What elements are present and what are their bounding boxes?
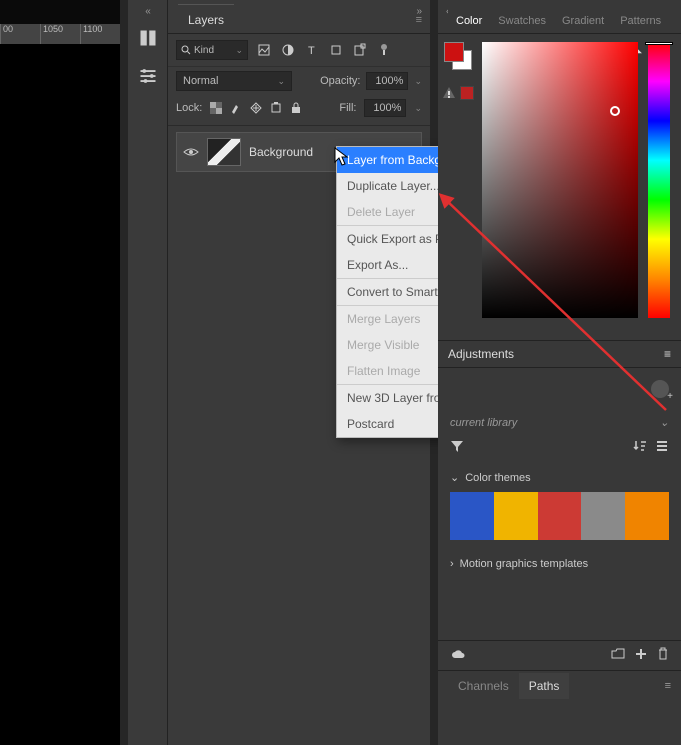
blend-mode-select[interactable]: Normal ⌄ — [176, 71, 292, 91]
list-view-icon[interactable] — [655, 439, 669, 453]
panel-menu-icon[interactable]: ≡ — [665, 680, 671, 692]
collapsed-panel-strip: « — [128, 0, 168, 745]
hue-slider-thumb[interactable] — [645, 42, 673, 45]
filter-adjustment-icon[interactable] — [280, 42, 296, 58]
add-to-library-icon[interactable] — [635, 648, 647, 660]
opacity-label: Opacity: — [320, 75, 360, 87]
right-panel-column: « Color Swatches Gradient Patterns ◣ Adj… — [438, 0, 681, 745]
visibility-eye-icon[interactable] — [183, 146, 199, 158]
color-field[interactable] — [482, 42, 638, 318]
chevron-down-icon: ⌄ — [450, 471, 459, 484]
tab-paths[interactable]: Paths — [519, 673, 570, 699]
blend-mode-value: Normal — [183, 75, 218, 87]
library-section-motion-graphics: › Motion graphics templates — [438, 548, 681, 586]
filter-kind-label: Kind — [194, 45, 214, 56]
cc-profile-icon[interactable] — [651, 380, 669, 398]
library-footer — [438, 640, 681, 667]
layers-filter-row: Kind ⌄ T — [168, 34, 430, 67]
filter-toggle-icon[interactable] — [376, 42, 392, 58]
channels-paths-tabs: Channels Paths ≡ — [438, 670, 681, 700]
color-theme-swatch-row[interactable] — [450, 492, 669, 540]
theme-color-2[interactable] — [494, 492, 538, 540]
horizontal-ruler: 00 1050 1100 — [0, 24, 120, 44]
lock-pixels-icon[interactable] — [230, 102, 242, 114]
library-toolbar — [438, 435, 681, 461]
ruler-tick: 1100 — [80, 24, 120, 44]
chevron-right-icon: › — [450, 558, 454, 570]
svg-text:T: T — [308, 45, 315, 57]
filter-type-icon[interactable]: T — [304, 42, 320, 58]
lock-transparency-icon[interactable] — [210, 102, 222, 114]
layer-thumbnail[interactable] — [207, 138, 241, 166]
section-header-color-themes[interactable]: ⌄ Color themes — [450, 463, 669, 492]
current-library-row[interactable]: current library ⌄ — [438, 410, 681, 435]
tab-channels[interactable]: Channels — [448, 673, 519, 699]
color-picker-area: ◣ — [482, 42, 670, 324]
cloud-sync-icon[interactable] — [450, 648, 466, 660]
theme-color-4[interactable] — [581, 492, 625, 540]
filter-smart-icon[interactable] — [352, 42, 368, 58]
filter-pixel-icon[interactable] — [256, 42, 272, 58]
canvas-area[interactable] — [0, 44, 120, 745]
theme-color-3[interactable] — [538, 492, 582, 540]
tab-patterns[interactable]: Patterns — [612, 7, 669, 33]
panel-menu-icon[interactable]: ≡ — [416, 14, 422, 26]
filter-icon[interactable] — [450, 439, 464, 453]
section-title: Motion graphics templates — [460, 558, 588, 570]
collapse-arrows-icon[interactable]: « — [128, 6, 168, 17]
properties-panel-icon[interactable] — [138, 28, 158, 48]
ruler-tick: 1050 — [40, 24, 80, 44]
library-section-color-themes: ⌄ Color themes — [438, 461, 681, 548]
lock-all-icon[interactable] — [290, 102, 302, 114]
opacity-field[interactable]: 100% — [366, 72, 408, 90]
tab-layers[interactable]: Layers — [178, 4, 234, 33]
tab-gradient[interactable]: Gradient — [554, 7, 612, 33]
theme-color-1[interactable] — [450, 492, 494, 540]
color-selector-ring-icon[interactable] — [610, 106, 620, 116]
tab-color[interactable]: Color — [448, 7, 490, 33]
layers-panel-tabs: Layers ≡ — [168, 0, 430, 34]
adjustments-title: Adjustments — [448, 347, 514, 361]
cursor-pointer-icon — [334, 147, 350, 167]
sort-icon[interactable] — [633, 439, 647, 453]
libraries-panel: current library ⌄ ⌄ Color themes — [438, 368, 681, 586]
lock-artboard-icon[interactable] — [270, 102, 282, 114]
hue-slider[interactable] — [648, 42, 670, 318]
adjustments-panel-icon[interactable] — [138, 66, 158, 86]
blend-opacity-row: Normal ⌄ Opacity: 100% ⌄ — [168, 67, 430, 95]
fill-field[interactable]: 100% — [364, 99, 406, 117]
lock-label: Lock: — [176, 102, 202, 114]
opacity-flyout-icon[interactable]: ⌄ — [414, 76, 422, 87]
current-library-label: current library — [450, 417, 517, 429]
filter-shape-icon[interactable] — [328, 42, 344, 58]
panel-menu-icon[interactable]: ≡ — [664, 347, 671, 361]
tab-swatches[interactable]: Swatches — [490, 7, 554, 33]
gamut-closest-swatch[interactable] — [460, 86, 474, 100]
foreground-color-swatch[interactable] — [444, 42, 464, 62]
ruler-tick: 00 — [0, 24, 40, 44]
section-title: Color themes — [465, 472, 530, 484]
fill-label: Fill: — [339, 102, 356, 114]
trash-icon[interactable] — [657, 647, 669, 661]
gamut-warning-icon[interactable] — [442, 86, 456, 100]
lock-fill-row: Lock: Fill: 100% ⌄ — [168, 95, 430, 126]
library-open-icon[interactable] — [611, 648, 625, 660]
color-panel-tabs: Color Swatches Gradient Patterns — [438, 0, 681, 34]
theme-color-5[interactable] — [625, 492, 669, 540]
chevron-down-icon[interactable]: ⌄ — [660, 416, 669, 429]
fill-flyout-icon[interactable]: ⌄ — [414, 103, 422, 114]
section-header-motion-graphics[interactable]: › Motion graphics templates — [450, 550, 669, 578]
document-canvas-strip: 00 1050 1100 — [0, 0, 120, 745]
adjustments-panel-header[interactable]: Adjustments ≡ — [438, 340, 681, 368]
lock-position-icon[interactable] — [250, 102, 262, 114]
filter-kind-select[interactable]: Kind ⌄ — [176, 40, 248, 60]
